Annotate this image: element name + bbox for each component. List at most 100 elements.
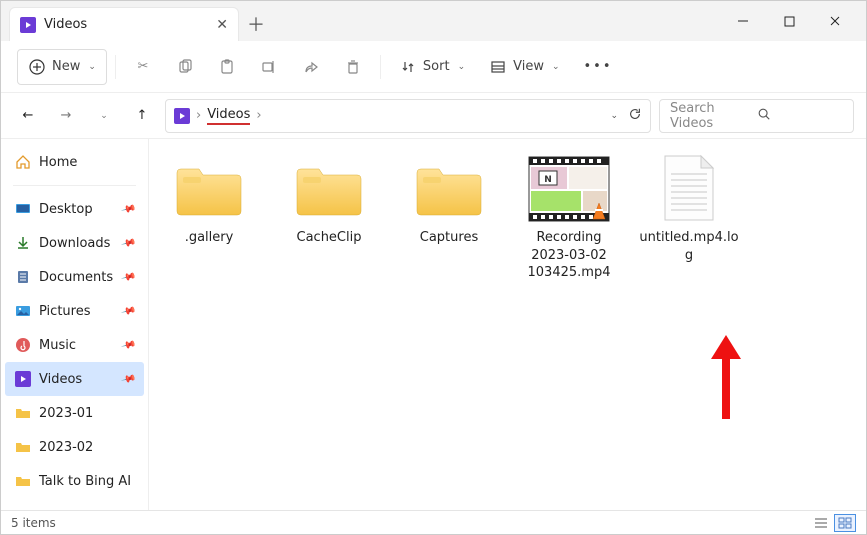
- desktop-icon: [15, 201, 31, 217]
- breadcrumb-separator: ›: [196, 108, 201, 123]
- copy-icon: [176, 58, 194, 76]
- folder-item[interactable]: CacheClip: [279, 153, 379, 282]
- up-button[interactable]: ↑: [127, 101, 157, 131]
- new-tab-button[interactable]: ＋: [239, 7, 273, 41]
- details-view-button[interactable]: [810, 514, 832, 532]
- video-file-item[interactable]: N Recording 2023-03-02 103425.mp4: [519, 153, 619, 282]
- rename-button[interactable]: [250, 49, 288, 85]
- chevron-down-icon: ⌄: [552, 62, 560, 72]
- minimize-button[interactable]: [720, 5, 766, 37]
- command-bar: New ⌄ ✂ Sort ⌄ View ⌄ •••: [1, 41, 866, 93]
- sidebar-item-folder[interactable]: 2023-02: [1, 430, 148, 464]
- text-file-item[interactable]: untitled.mp4.log: [639, 153, 739, 282]
- tab-close-button[interactable]: ✕: [216, 17, 228, 33]
- recent-dropdown[interactable]: ⌄: [89, 101, 119, 131]
- item-count: 5 items: [11, 516, 56, 530]
- folder-icon: [173, 159, 245, 219]
- view-label: View: [513, 59, 544, 74]
- rename-icon: [260, 58, 278, 76]
- forward-button[interactable]: →: [51, 101, 81, 131]
- copy-button[interactable]: [166, 49, 204, 85]
- videos-folder-icon: [15, 371, 31, 387]
- item-label: Recording 2023-03-02 103425.mp4: [519, 229, 619, 282]
- video-thumbnail: N: [525, 153, 613, 225]
- search-icon: [757, 107, 844, 125]
- close-window-button[interactable]: [812, 5, 858, 37]
- navigation-pane[interactable]: Home Desktop 📌 Downloads 📌 Documents 📌 P…: [1, 139, 149, 510]
- more-button[interactable]: •••: [574, 49, 623, 85]
- folder-item[interactable]: Captures: [399, 153, 499, 282]
- icons-view-button[interactable]: [834, 514, 856, 532]
- documents-icon: [15, 269, 31, 285]
- sidebar-item-label: Desktop: [39, 202, 93, 217]
- tab-label: Videos: [44, 17, 87, 32]
- sidebar-item-documents[interactable]: Documents 📌: [1, 260, 148, 294]
- sidebar-item-desktop[interactable]: Desktop 📌: [1, 192, 148, 226]
- paste-button[interactable]: [208, 49, 246, 85]
- sidebar-item-label: 2023-01: [39, 406, 93, 421]
- content-area[interactable]: .gallery CacheClip Captures: [149, 139, 866, 510]
- music-icon: [15, 337, 31, 353]
- cut-button[interactable]: ✂: [124, 49, 162, 85]
- tab-videos[interactable]: Videos ✕: [9, 7, 239, 41]
- delete-icon: [344, 58, 362, 76]
- status-bar: 5 items: [1, 510, 866, 534]
- pin-icon: 📌: [120, 201, 136, 217]
- delete-button[interactable]: [334, 49, 372, 85]
- pin-icon: 📌: [120, 337, 136, 353]
- downloads-icon: [15, 235, 31, 251]
- videos-folder-icon: [20, 17, 36, 33]
- sidebar-item-home[interactable]: Home: [1, 145, 148, 179]
- videos-folder-icon: [174, 108, 190, 124]
- breadcrumb-label: Videos: [207, 107, 250, 125]
- sidebar-item-label: Videos: [39, 372, 82, 387]
- sort-button[interactable]: Sort ⌄: [389, 49, 475, 85]
- folder-icon: [293, 159, 365, 219]
- sidebar-item-pictures[interactable]: Pictures 📌: [1, 294, 148, 328]
- search-input[interactable]: Search Videos: [659, 99, 854, 133]
- item-label: Captures: [399, 229, 499, 247]
- sidebar-item-label: Documents: [39, 270, 113, 285]
- svg-text:N: N: [544, 175, 552, 185]
- back-button[interactable]: ←: [13, 101, 43, 131]
- text-file-icon: [645, 153, 733, 225]
- view-icon: [489, 58, 507, 76]
- sidebar-item-downloads[interactable]: Downloads 📌: [1, 226, 148, 260]
- search-placeholder: Search Videos: [670, 101, 757, 131]
- refresh-button[interactable]: [628, 107, 642, 125]
- maximize-button[interactable]: [766, 5, 812, 37]
- pin-icon: 📌: [120, 303, 136, 319]
- title-bar: Videos ✕ ＋: [1, 1, 866, 41]
- item-label: untitled.mp4.log: [639, 229, 739, 264]
- sidebar-item-label: 2023-02: [39, 440, 93, 455]
- sidebar-item-folder[interactable]: Talk to Bing AI: [1, 464, 148, 498]
- sidebar-item-music[interactable]: Music 📌: [1, 328, 148, 362]
- new-icon: [28, 58, 46, 76]
- breadcrumb-videos[interactable]: Videos: [207, 107, 250, 125]
- pictures-icon: [15, 303, 31, 319]
- folder-item[interactable]: .gallery: [159, 153, 259, 282]
- sidebar-item-label: Talk to Bing AI: [39, 474, 131, 489]
- share-button[interactable]: [292, 49, 330, 85]
- address-bar[interactable]: › Videos › ⌄: [165, 99, 651, 133]
- view-button[interactable]: View ⌄: [479, 49, 569, 85]
- navigation-row: ← → ⌄ ↑ › Videos › ⌄ Search Videos: [1, 93, 866, 139]
- folder-icon: [413, 159, 485, 219]
- cut-icon: ✂: [134, 58, 152, 76]
- paste-icon: [218, 58, 236, 76]
- sidebar-item-label: Home: [39, 155, 77, 170]
- pin-icon: 📌: [120, 269, 136, 285]
- breadcrumb-separator: ›: [256, 108, 261, 123]
- chevron-down-icon: ⌄: [88, 62, 96, 72]
- address-dropdown[interactable]: ⌄: [610, 111, 618, 121]
- sidebar-item-label: Pictures: [39, 304, 90, 319]
- sidebar-item-folder[interactable]: 2023-01: [1, 396, 148, 430]
- chevron-down-icon: ⌄: [458, 62, 466, 72]
- sidebar-item-label: Downloads: [39, 236, 110, 251]
- sidebar-item-label: Music: [39, 338, 76, 353]
- folder-icon: [15, 473, 31, 489]
- sidebar-item-videos[interactable]: Videos 📌: [5, 362, 144, 396]
- separator: [13, 185, 136, 186]
- new-button[interactable]: New ⌄: [17, 49, 107, 85]
- item-label: .gallery: [159, 229, 259, 247]
